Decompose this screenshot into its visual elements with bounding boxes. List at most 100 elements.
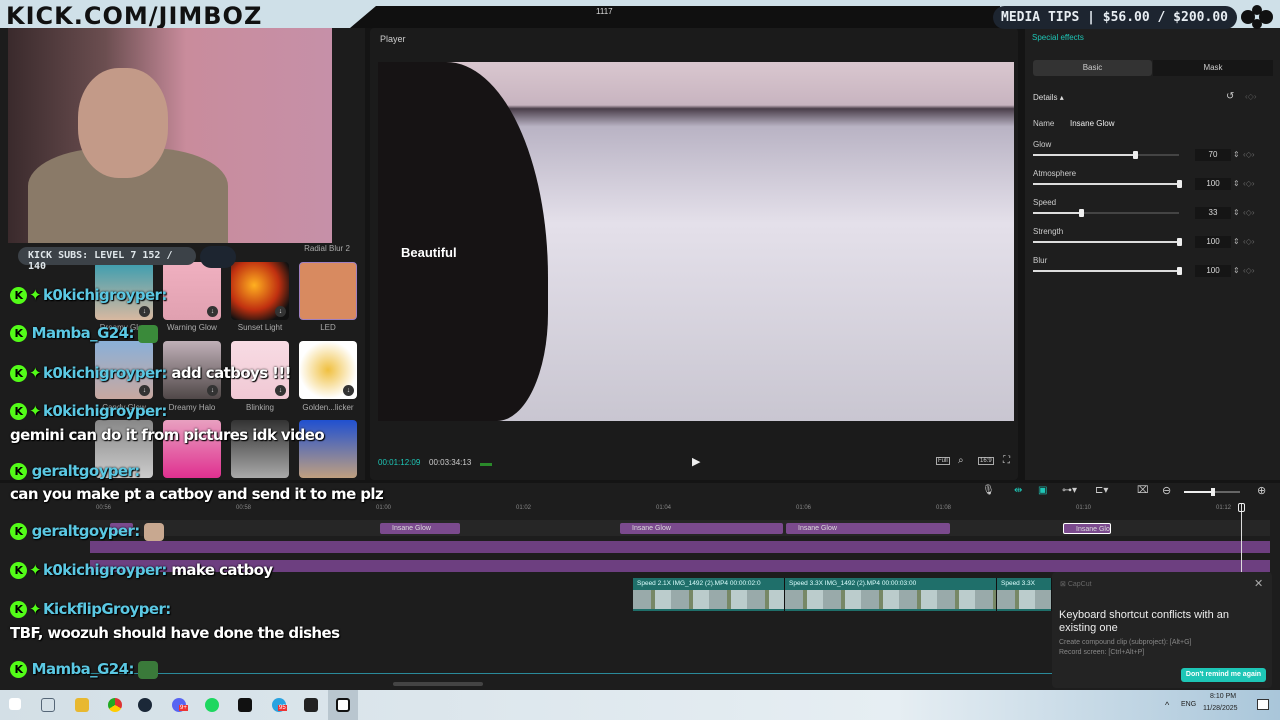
chat-username[interactable]: k0kichigroyper: xyxy=(43,364,167,382)
sub-badge-icon: ✦ xyxy=(29,286,42,304)
effect-thumb-warning-glow[interactable]: ↓ xyxy=(163,262,221,320)
keyframe-icon[interactable]: ‹◇› xyxy=(1245,92,1256,101)
video-clip[interactable]: Speed 3.3X IMG_1492 (2).MP4 00:00:03:00 xyxy=(785,578,997,611)
reset-icon[interactable]: ↺ xyxy=(1226,91,1234,102)
ruler-tick-label: 01:06 xyxy=(796,505,812,511)
chat-username[interactable]: geraltgoyper: xyxy=(32,522,141,540)
discord-icon[interactable]: 9+ xyxy=(172,698,188,712)
param-value-input[interactable]: 100 xyxy=(1195,178,1231,190)
file-explorer-icon[interactable] xyxy=(75,698,89,712)
param-value-input[interactable]: 100 xyxy=(1195,265,1231,277)
effect-clip-insane-glow[interactable]: Insane Glow xyxy=(786,523,950,534)
details-header[interactable]: Details ▴ xyxy=(1033,93,1064,102)
capcut-titlebar xyxy=(350,6,1000,28)
effect-thumb-led[interactable] xyxy=(299,262,357,320)
start-icon[interactable] xyxy=(9,698,21,710)
chat-emote xyxy=(138,660,159,679)
effect-label: Radial Blur 2 xyxy=(304,244,350,253)
effect-clip-insane-glow[interactable]: Insane Glow xyxy=(620,523,783,534)
param-value-input[interactable]: 70 xyxy=(1195,149,1231,161)
stepper-icon[interactable]: ⇕ xyxy=(1233,237,1240,246)
clock-date[interactable]: 11/28/2025 xyxy=(1203,705,1238,712)
effect-clip-insane-glow[interactable]: Insane Glow xyxy=(1063,523,1111,534)
chat-username[interactable]: Mamba_G24: xyxy=(32,660,135,678)
ruler-tick-label: 01:08 xyxy=(936,505,952,511)
keyframe-icon[interactable]: ‹◇› xyxy=(1243,208,1254,217)
filter-track-clip[interactable] xyxy=(90,541,1270,553)
linkage-icon[interactable]: ▣ xyxy=(1038,485,1047,496)
chat-username[interactable]: k0kichigroyper: xyxy=(43,561,167,579)
zoom-out-icon[interactable]: ⊖ xyxy=(1162,484,1171,497)
section-title[interactable]: Special effects xyxy=(1032,33,1084,42)
microphone-icon[interactable]: 🎙 xyxy=(982,485,995,496)
video-preview[interactable]: Beautiful xyxy=(378,62,1014,421)
chat-message: K ✦ KickflipGroyper: xyxy=(10,600,171,618)
param-value-input[interactable]: 100 xyxy=(1195,236,1231,248)
chrome-icon[interactable] xyxy=(108,698,122,712)
language-indicator[interactable]: ENG xyxy=(1181,701,1196,708)
steam-icon[interactable] xyxy=(138,698,152,712)
keyframe-icon[interactable]: ‹◇› xyxy=(1243,150,1254,159)
chat-message: K geraltgoyper: xyxy=(10,462,140,480)
audio-app-icon[interactable] xyxy=(238,698,252,712)
download-icon[interactable]: ↓ xyxy=(207,385,218,396)
keyframe-icon[interactable]: ‹◇› xyxy=(1243,266,1254,275)
stepper-icon[interactable]: ⇕ xyxy=(1233,179,1240,188)
ruler-tick-label: 01:12 xyxy=(1216,505,1232,511)
clock-time[interactable]: 8:10 PM xyxy=(1210,693,1236,700)
download-icon[interactable]: ↓ xyxy=(343,385,354,396)
tab-mask[interactable]: Mask xyxy=(1153,60,1273,76)
link-icon[interactable]: ⊶▾ xyxy=(1062,485,1077,496)
chat-username[interactable]: KickflipGroyper: xyxy=(43,600,171,618)
effect-thumb-golden-flicker[interactable]: ↓ xyxy=(299,341,357,399)
split-icon[interactable]: ⊏▾ xyxy=(1095,485,1108,496)
download-icon[interactable]: ↓ xyxy=(275,306,286,317)
zoom-in-icon[interactable]: ⊕ xyxy=(1257,484,1266,497)
spotify-icon[interactable] xyxy=(205,698,219,712)
telegram-icon[interactable]: 95 xyxy=(272,698,287,712)
download-icon[interactable]: ↓ xyxy=(139,385,150,396)
download-icon[interactable]: ↓ xyxy=(275,385,286,396)
download-icon[interactable]: ↓ xyxy=(139,306,150,317)
timeline-scrollbar[interactable] xyxy=(393,682,483,686)
effect-thumb-sunset-light[interactable]: ↓ xyxy=(231,262,289,320)
keyframe-icon[interactable]: ‹◇› xyxy=(1243,237,1254,246)
notification-center-icon[interactable] xyxy=(1257,699,1269,710)
param-value-input[interactable]: 33 xyxy=(1195,207,1231,219)
stepper-icon[interactable]: ⇕ xyxy=(1233,266,1240,275)
shortcut-conflict-notification: ⊠ CapCut ✕ Keyboard shortcut conflicts w… xyxy=(1052,572,1272,688)
chat-username[interactable]: k0kichigroyper: xyxy=(43,286,167,304)
chat-username[interactable]: geraltgoyper: xyxy=(32,462,141,480)
param-slider[interactable] xyxy=(1033,267,1182,275)
app-icon[interactable] xyxy=(304,698,318,712)
name-label: Name xyxy=(1033,119,1055,128)
zoom-slider[interactable] xyxy=(1184,488,1240,496)
param-slider[interactable] xyxy=(1033,151,1179,159)
effect-clip-insane-glow[interactable]: Insane Glow xyxy=(380,523,460,534)
zoom-preview-icon[interactable]: ⌕ xyxy=(958,455,964,466)
tab-basic[interactable]: Basic xyxy=(1033,60,1152,76)
param-slider[interactable] xyxy=(1033,180,1182,188)
video-clip[interactable]: Speed 2.1X IMG_1492 (2).MP4 00:00:02:0 xyxy=(633,578,785,611)
magnet-icon[interactable]: ⇹ xyxy=(1014,485,1022,496)
chat-username[interactable]: k0kichigroyper: xyxy=(43,402,167,420)
stepper-icon[interactable]: ⇕ xyxy=(1233,208,1240,217)
aspect-ratio-button[interactable]: 16:9 xyxy=(978,457,994,465)
keyframe-icon[interactable]: ‹◇› xyxy=(1243,179,1254,188)
chat-username[interactable]: Mamba_G24: xyxy=(32,324,135,342)
task-view-icon[interactable] xyxy=(41,698,55,712)
param-slider[interactable] xyxy=(1033,209,1179,217)
capcut-taskbar-button[interactable] xyxy=(328,690,358,720)
tray-chevron-icon[interactable]: ^ xyxy=(1165,700,1169,710)
sub-badge-icon: ✦ xyxy=(29,561,42,579)
download-icon[interactable]: ↓ xyxy=(207,306,218,317)
close-icon[interactable]: ✕ xyxy=(1254,577,1263,590)
stepper-icon[interactable]: ⇕ xyxy=(1233,150,1240,159)
play-button[interactable]: ▶ xyxy=(692,455,700,468)
full-quality-button[interactable]: Full xyxy=(936,457,950,465)
fullscreen-icon[interactable]: ⛶ xyxy=(1003,455,1010,466)
dont-remind-button[interactable]: Don't remind me again xyxy=(1181,668,1266,682)
param-slider[interactable] xyxy=(1033,238,1182,246)
video-clip[interactable]: Speed 3.3X xyxy=(997,578,1052,611)
preview-axis-icon[interactable]: ⌧ xyxy=(1137,485,1149,496)
